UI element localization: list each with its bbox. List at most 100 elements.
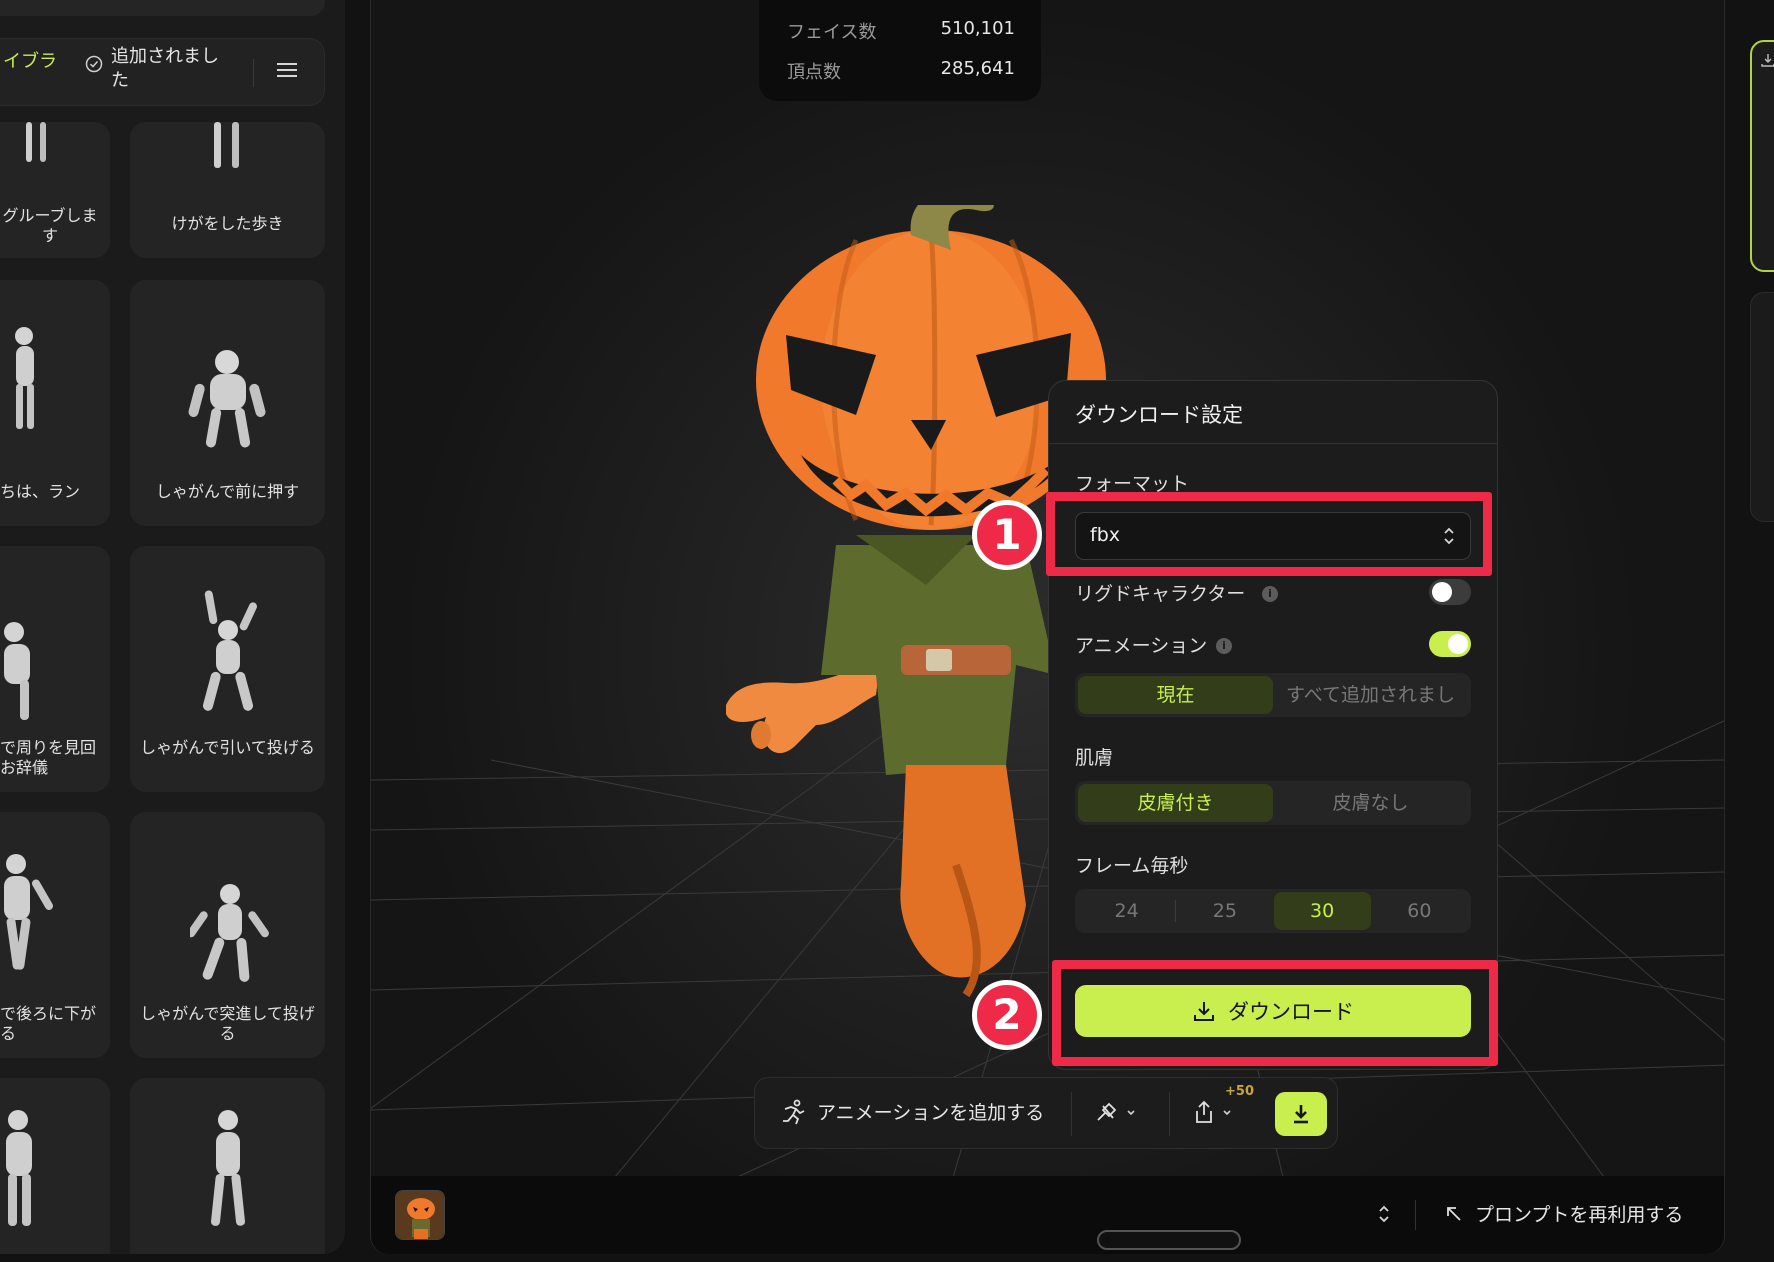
menu-icon xyxy=(277,63,297,77)
reuse-prompt-button[interactable]: プロンプトを再利用する xyxy=(1445,1200,1683,1227)
tab-library[interactable]: イブラ xyxy=(3,47,57,73)
fps-segmented: 24 25 30 60 xyxy=(1075,889,1471,933)
fps-option-30[interactable]: 30 xyxy=(1273,892,1371,930)
fps-option-24[interactable]: 24 xyxy=(1078,892,1175,930)
highlight-download xyxy=(1052,960,1498,1066)
animation-scope-current[interactable]: 現在 xyxy=(1078,676,1273,714)
animation-card-label: しゃがんで突進して投げる xyxy=(140,1004,315,1043)
toolbar-divider xyxy=(253,59,254,87)
vertices-label: 頂点数 xyxy=(787,62,841,83)
skin-label: 肌膚 xyxy=(1075,747,1114,769)
animation-card[interactable]: しゃがんで前に押す xyxy=(130,280,325,526)
reuse-prompt-label: プロンプトを再利用する xyxy=(1475,1204,1684,1226)
home-indicator xyxy=(1097,1230,1241,1250)
animation-card[interactable]: グルーブします xyxy=(0,122,110,258)
mannequin-thumbnail xyxy=(214,122,239,168)
chevron-down-icon xyxy=(1127,1110,1135,1116)
step-badge-2: 2 xyxy=(972,980,1042,1050)
skin-without-option[interactable]: 皮膚なし xyxy=(1273,784,1468,822)
right-model-card[interactable] xyxy=(1750,292,1774,522)
rigged-character-toggle[interactable] xyxy=(1429,579,1471,605)
rigged-character-row: リグドキャラクター i xyxy=(1075,579,1471,609)
mannequin-thumbnail xyxy=(4,622,30,720)
library-search-bar[interactable] xyxy=(0,0,325,16)
vertices-stat: 頂点数 285,641 xyxy=(787,58,1015,84)
rig-icon xyxy=(1097,1102,1117,1121)
animation-card[interactable]: で後ろに下がる xyxy=(0,812,110,1058)
animation-card-label: ちは、ラン xyxy=(0,482,81,501)
animation-card-label: けがをした歩き xyxy=(171,214,284,233)
pumpkin-thumbnail xyxy=(396,1191,444,1239)
animation-card-label: グルーブします xyxy=(2,206,98,245)
bottom-strip: プロンプトを再利用する xyxy=(371,1176,1724,1254)
menu-button[interactable] xyxy=(277,61,297,83)
quick-download-button[interactable] xyxy=(1275,1092,1327,1136)
added-filter-button[interactable]: 追加されました xyxy=(85,45,221,93)
animation-scope-all[interactable]: すべて追加されまし xyxy=(1273,676,1468,714)
model-stats-panel: フェイス数 510,101 頂点数 285,641 xyxy=(759,0,1041,101)
expand-toggle[interactable] xyxy=(1377,1202,1391,1230)
fps-label: フレーム毎秒 xyxy=(1075,855,1189,877)
animation-toggle[interactable] xyxy=(1429,631,1471,657)
mannequin-thumbnail xyxy=(6,1110,32,1226)
library-toolbar: イブラ 追加されました xyxy=(0,38,325,106)
rig-button[interactable] xyxy=(1095,1100,1137,1124)
animation-card[interactable]: ちは、ラン xyxy=(0,280,110,526)
skin-with-option[interactable]: 皮膚付き xyxy=(1078,784,1273,822)
running-icon xyxy=(783,1099,805,1124)
mannequin-thumbnail xyxy=(26,122,46,162)
fps-option-25[interactable]: 25 xyxy=(1176,892,1273,930)
animation-card-label: しゃがんで引いて投げる xyxy=(140,738,315,757)
download-icon xyxy=(1761,54,1774,67)
mannequin-thumbnail xyxy=(4,854,53,970)
mannequin-thumbnail xyxy=(188,350,266,448)
faces-stat: フェイス数 510,101 xyxy=(787,18,1015,44)
skin-segmented: 皮膚付き 皮膚なし xyxy=(1075,781,1471,825)
added-filter-label: 追加されました xyxy=(111,46,219,91)
fps-option-60[interactable]: 60 xyxy=(1371,892,1468,930)
share-icon xyxy=(1196,1100,1212,1123)
arrow-up-left-icon xyxy=(1447,1206,1461,1221)
info-icon[interactable]: i xyxy=(1216,638,1232,654)
faces-value: 510,101 xyxy=(940,18,1015,39)
animation-card[interactable]: しゃがんで突進して投げる xyxy=(130,812,325,1058)
rigged-character-label: リグドキャラクター xyxy=(1075,583,1246,605)
vertices-value: 285,641 xyxy=(940,58,1015,79)
animation-library-panel: イブラ 追加されました グルーブします けがをした歩き ちは、ラン しゃがんで前… xyxy=(0,0,345,1254)
animation-label: アニメーション xyxy=(1075,635,1208,657)
credit-badge: +50 xyxy=(1225,1084,1254,1099)
mannequin-thumbnail xyxy=(15,327,34,429)
chevron-updown-icon xyxy=(1379,1205,1389,1223)
right-model-card-active[interactable] xyxy=(1750,40,1774,272)
share-button[interactable] xyxy=(1193,1100,1233,1124)
divider xyxy=(1071,1092,1072,1136)
animation-card[interactable]: しゃがんで引いて投げる xyxy=(130,546,325,792)
info-icon[interactable]: i xyxy=(1262,586,1278,602)
highlight-format xyxy=(1046,492,1492,576)
faces-label: フェイス数 xyxy=(787,22,877,43)
animation-row: アニメーション i xyxy=(1075,631,1471,661)
chevron-down-icon xyxy=(1223,1110,1231,1116)
animation-scope-segmented: 現在 すべて追加されまし xyxy=(1075,673,1471,717)
viewport-action-bar: アニメーションを追加する +50 xyxy=(754,1077,1338,1149)
divider xyxy=(1415,1200,1416,1230)
panel-title: ダウンロード設定 xyxy=(1075,403,1243,427)
mannequin-thumbnail xyxy=(190,884,269,982)
download-icon xyxy=(1294,1105,1308,1124)
animation-card[interactable]: けがをした歩き xyxy=(130,122,325,258)
mannequin-thumbnail xyxy=(210,1110,246,1226)
animation-card[interactable] xyxy=(130,1078,325,1254)
step-badge-1: 1 xyxy=(972,500,1042,570)
mannequin-thumbnail xyxy=(202,590,257,711)
model-thumbnail[interactable] xyxy=(395,1190,445,1240)
check-circle-icon xyxy=(85,55,103,73)
add-animation-button[interactable]: アニメーションを追加する xyxy=(781,1098,1044,1125)
animation-card-label: で後ろに下がる xyxy=(0,1004,97,1043)
divider xyxy=(1049,443,1497,444)
add-animation-label: アニメーションを追加する xyxy=(817,1102,1045,1124)
divider xyxy=(1169,1092,1170,1136)
animation-card-label: で周りを見回お辞儀 xyxy=(0,738,97,777)
animation-card[interactable] xyxy=(0,1078,110,1254)
animation-card-label: しゃがんで前に押す xyxy=(155,482,300,501)
animation-card[interactable]: で周りを見回お辞儀 xyxy=(0,546,110,792)
